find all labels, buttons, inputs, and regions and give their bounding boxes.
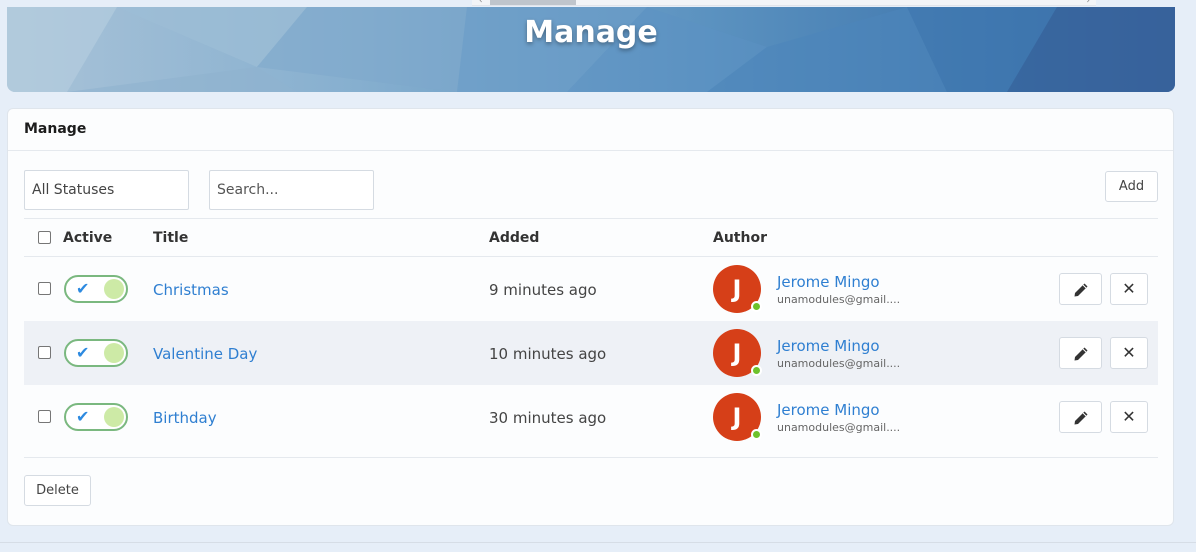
online-status-indicator xyxy=(751,365,762,376)
online-status-indicator xyxy=(751,429,762,440)
table-row: ✔ Valentine Day 10 minutes ago J Jerome … xyxy=(24,321,1158,385)
add-button[interactable]: Add xyxy=(1105,171,1158,202)
added-time: 9 minutes ago xyxy=(489,281,597,299)
select-all-checkbox[interactable] xyxy=(38,231,51,244)
author-email: unamodules@gmail.... xyxy=(777,421,901,434)
row-checkbox[interactable] xyxy=(38,346,51,359)
check-icon: ✔ xyxy=(76,279,90,298)
close-icon: ✕ xyxy=(1122,343,1136,362)
banner-title: Manage xyxy=(524,15,658,50)
item-title-link[interactable]: Birthday xyxy=(153,409,217,427)
card-title: Manage xyxy=(8,109,1173,151)
toggle-knob xyxy=(104,407,124,427)
header-added: Added xyxy=(489,230,540,246)
divider xyxy=(0,542,1196,543)
table-row: ✔ Birthday 30 minutes ago J Jerome Mingo… xyxy=(24,385,1158,449)
delete-row-button[interactable]: ✕ xyxy=(1110,401,1148,433)
online-status-indicator xyxy=(751,301,762,312)
author-email: unamodules@gmail.... xyxy=(777,293,901,306)
check-icon: ✔ xyxy=(76,407,90,426)
header-author: Author xyxy=(713,230,767,246)
avatar[interactable]: J xyxy=(713,265,762,313)
close-icon: ✕ xyxy=(1122,407,1136,426)
active-toggle[interactable]: ✔ xyxy=(64,275,128,303)
row-checkbox[interactable] xyxy=(38,282,51,295)
avatar[interactable]: J xyxy=(713,393,762,441)
divider xyxy=(24,457,1158,458)
delete-row-button[interactable]: ✕ xyxy=(1110,273,1148,305)
delete-button[interactable]: Delete xyxy=(24,475,91,506)
avatar-initial: J xyxy=(732,339,742,367)
edit-button[interactable] xyxy=(1059,401,1102,433)
scroll-left-arrow-icon[interactable]: ‹ xyxy=(479,0,483,6)
header-active: Active xyxy=(63,230,113,246)
pencil-icon xyxy=(1074,411,1087,424)
author-name-link[interactable]: Jerome Mingo xyxy=(777,401,880,419)
author-email: unamodules@gmail.... xyxy=(777,357,901,370)
table-header: Active Title Added Author xyxy=(24,218,1158,257)
table-row: ✔ Christmas 9 minutes ago J Jerome Mingo… xyxy=(24,257,1158,321)
avatar-initial: J xyxy=(732,403,742,431)
author-name-link[interactable]: Jerome Mingo xyxy=(777,273,880,291)
page-banner: Manage xyxy=(7,7,1175,92)
active-toggle[interactable]: ✔ xyxy=(64,339,128,367)
pencil-icon xyxy=(1074,283,1087,296)
status-select[interactable]: All Statuses xyxy=(24,170,189,210)
scroll-right-arrow-icon[interactable]: › xyxy=(1086,0,1090,6)
toggle-knob xyxy=(104,279,124,299)
check-icon: ✔ xyxy=(76,343,90,362)
item-title-link[interactable]: Christmas xyxy=(153,281,229,299)
avatar-initial: J xyxy=(732,275,742,303)
scrollbar-thumb[interactable] xyxy=(490,0,576,5)
added-time: 30 minutes ago xyxy=(489,409,607,427)
item-title-link[interactable]: Valentine Day xyxy=(153,345,257,363)
edit-button[interactable] xyxy=(1059,273,1102,305)
active-toggle[interactable]: ✔ xyxy=(64,403,128,431)
author-name-link[interactable]: Jerome Mingo xyxy=(777,337,880,355)
toggle-knob xyxy=(104,343,124,363)
added-time: 10 minutes ago xyxy=(489,345,607,363)
horizontal-scrollbar[interactable]: ‹ › xyxy=(472,0,1096,6)
items-table: Active Title Added Author ✔ Christmas 9 … xyxy=(24,218,1158,449)
close-icon: ✕ xyxy=(1122,279,1136,298)
header-title: Title xyxy=(153,230,189,246)
delete-row-button[interactable]: ✕ xyxy=(1110,337,1148,369)
avatar[interactable]: J xyxy=(713,329,762,377)
edit-button[interactable] xyxy=(1059,337,1102,369)
manage-card: Manage All Statuses Search... Add Active… xyxy=(7,108,1174,526)
search-input[interactable]: Search... xyxy=(209,170,374,210)
pencil-icon xyxy=(1074,347,1087,360)
row-checkbox[interactable] xyxy=(38,410,51,423)
